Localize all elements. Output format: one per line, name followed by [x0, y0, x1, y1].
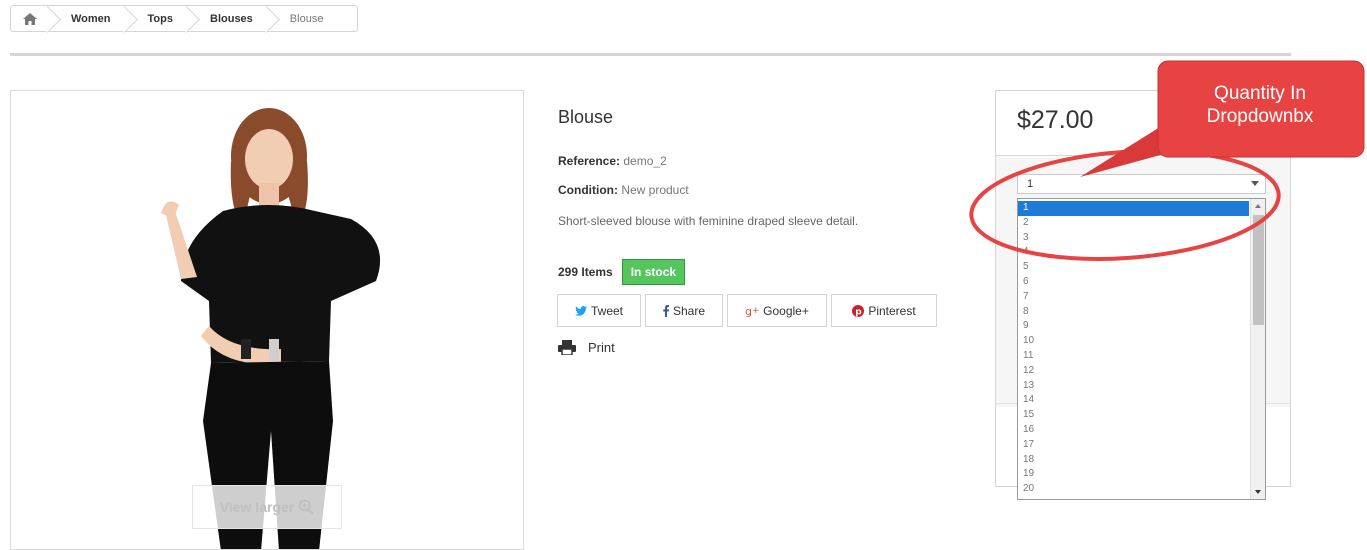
breadcrumb-women[interactable]: Women: [51, 6, 128, 31]
breadcrumb-current: Blouse: [289, 12, 324, 25]
tweet-button[interactable]: Tweet: [557, 294, 641, 327]
items-count: 299 Items: [558, 265, 613, 279]
quantity-option[interactable]: 11: [1018, 349, 1249, 364]
quantity-option[interactable]: 20: [1018, 482, 1249, 497]
svg-text:g: g: [745, 305, 752, 317]
model-photo: [161, 108, 381, 549]
product-description: Short-sleeved blouse with feminine drape…: [558, 214, 859, 228]
annotation-text: Quantity In Dropdownbx: [1206, 83, 1314, 127]
quantity-option[interactable]: 13: [1018, 379, 1249, 394]
quantity-option[interactable]: 7: [1018, 290, 1249, 305]
breadcrumb: Women Tops Blouses Blouse: [10, 5, 358, 32]
print-link[interactable]: Print: [558, 340, 615, 355]
home-icon: [23, 12, 37, 25]
svg-text:+: +: [752, 306, 759, 316]
quantity-option[interactable]: 15: [1018, 408, 1249, 423]
quantity-option[interactable]: 17: [1018, 438, 1249, 453]
quantity-option[interactable]: 10: [1018, 334, 1249, 349]
google-plus-icon: g +: [745, 305, 759, 317]
breadcrumb-home[interactable]: [11, 6, 51, 31]
twitter-icon: [574, 305, 587, 316]
stock-badge: In stock: [621, 259, 686, 285]
condition-row: Condition: New product: [558, 183, 689, 197]
product-image[interactable]: View larger: [10, 90, 524, 550]
pinterest-icon: p: [852, 304, 865, 317]
quantity-option[interactable]: 6: [1018, 275, 1249, 290]
printer-icon: [558, 340, 576, 355]
facebook-icon: [663, 304, 669, 317]
availability: 299 Items In stock: [558, 259, 686, 285]
breadcrumb-blouses[interactable]: Blouses: [190, 6, 270, 31]
pinterest-button[interactable]: p Pinterest: [831, 294, 937, 327]
quantity-option[interactable]: 14: [1018, 393, 1249, 408]
view-larger-button[interactable]: View larger: [192, 485, 342, 529]
quantity-option[interactable]: 8: [1018, 305, 1249, 320]
facebook-share-button[interactable]: Share: [645, 294, 723, 327]
quantity-option[interactable]: 12: [1018, 364, 1249, 379]
social-share: Tweet Share g + Google+ p Pinterest: [557, 294, 941, 327]
google-plus-button[interactable]: g + Google+: [727, 294, 827, 327]
zoom-icon: [298, 499, 315, 515]
quantity-option[interactable]: 9: [1018, 319, 1249, 334]
quantity-option[interactable]: 18: [1018, 453, 1249, 468]
product-title: Blouse: [558, 107, 614, 127]
scroll-down-icon[interactable]: [1255, 490, 1261, 494]
svg-text:p: p: [856, 307, 863, 317]
reference-row: Reference: demo_2: [558, 154, 667, 168]
quantity-option[interactable]: 19: [1018, 467, 1249, 482]
quantity-option[interactable]: 16: [1018, 423, 1249, 438]
